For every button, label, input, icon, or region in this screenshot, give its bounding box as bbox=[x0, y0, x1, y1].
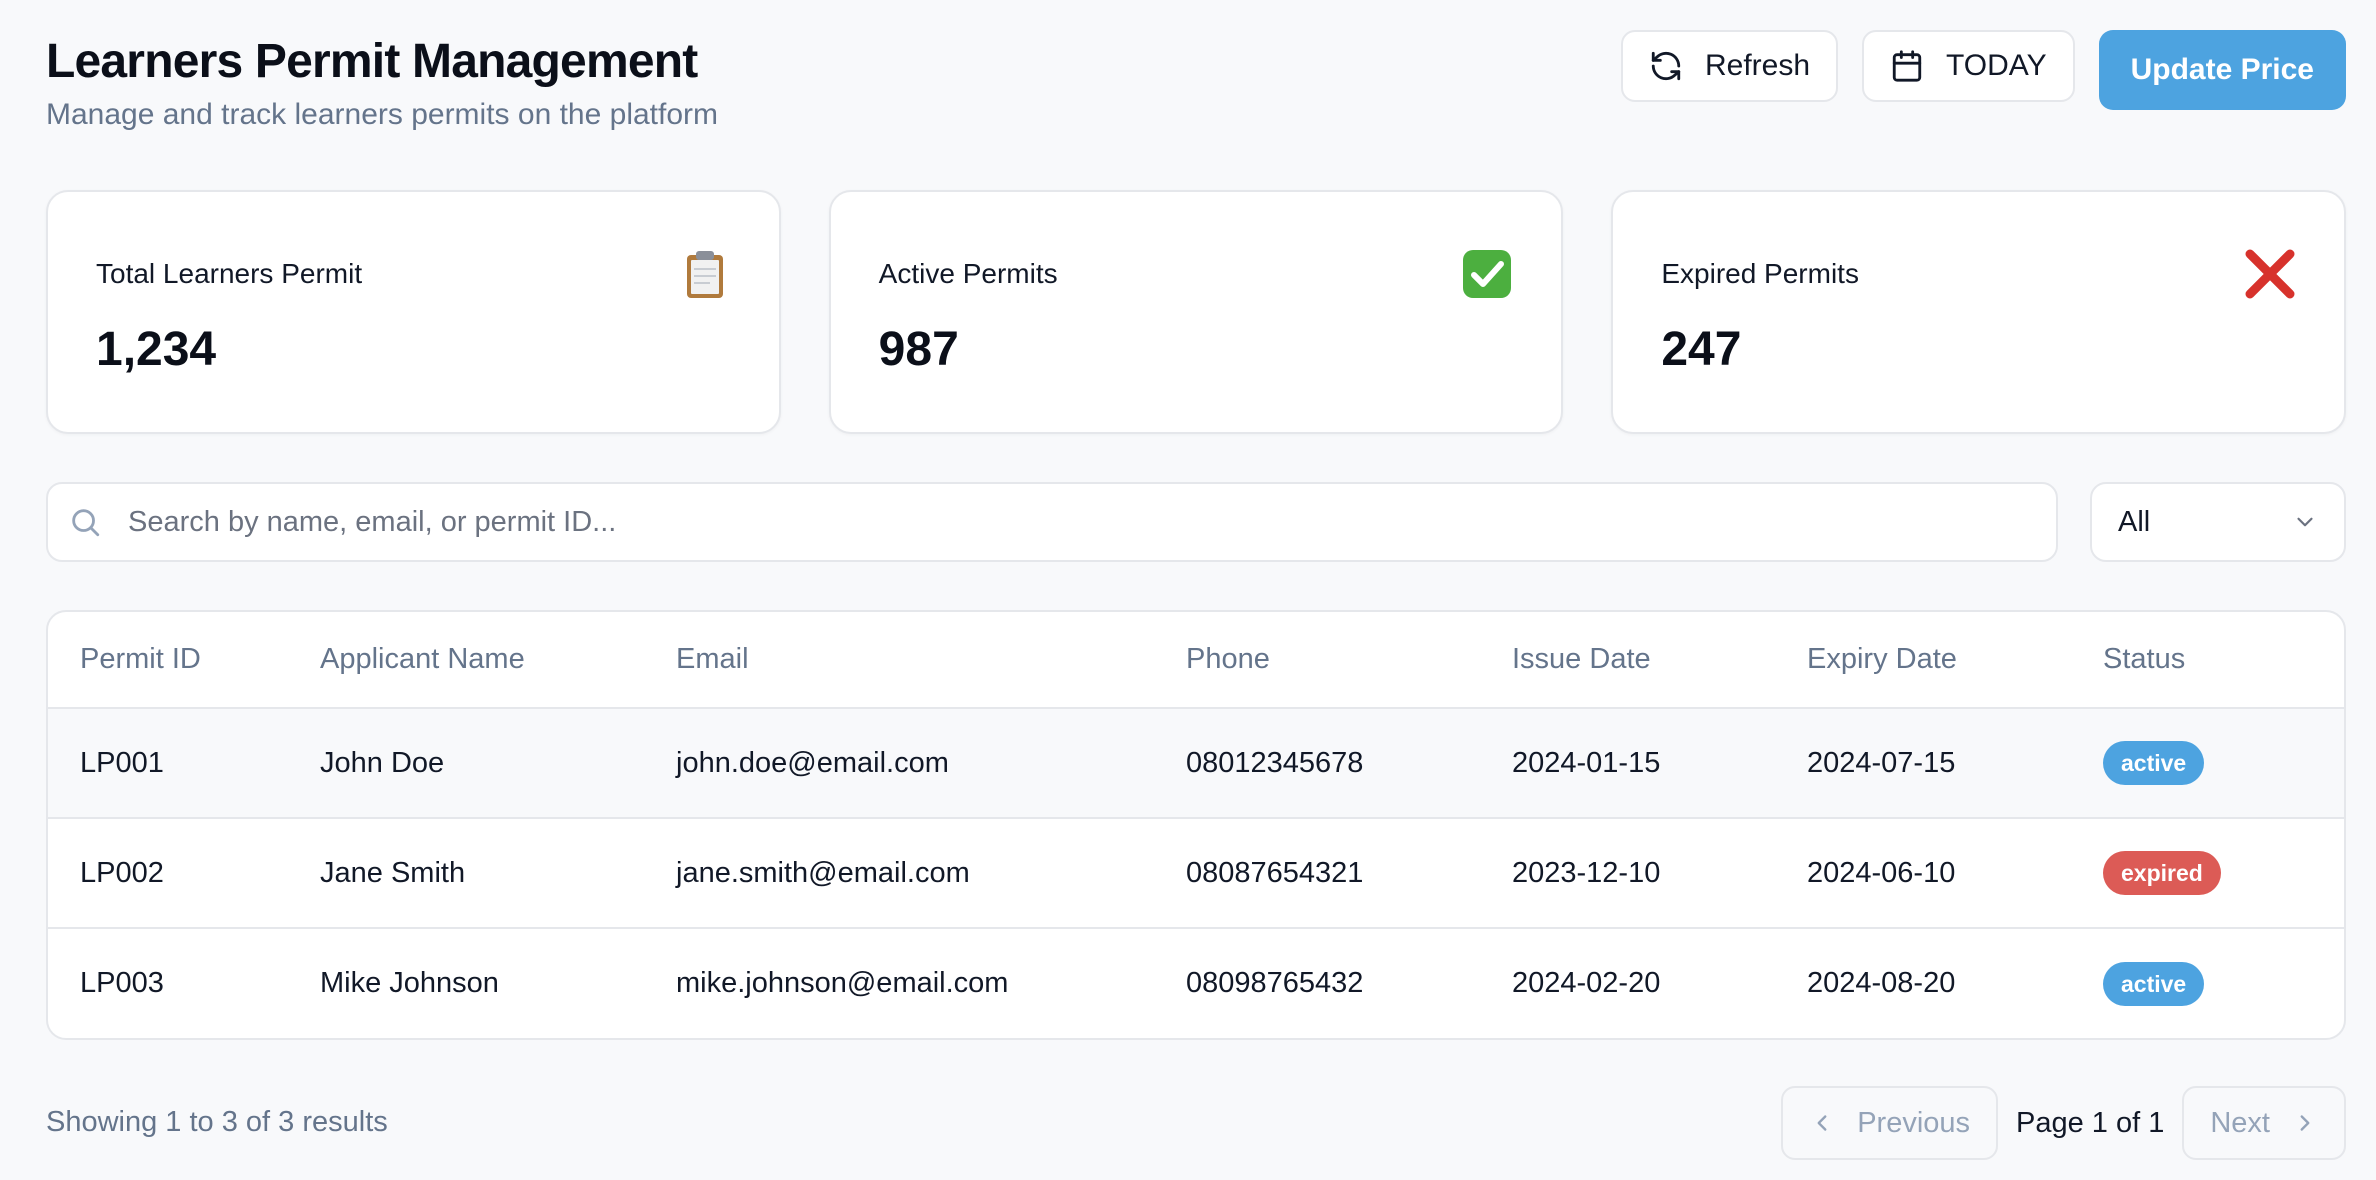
issue-date-cell: 2024-01-15 bbox=[1480, 708, 1775, 819]
permits-table: Permit ID Applicant Name Email Phone Iss… bbox=[46, 610, 2346, 1040]
pagination: Previous Page 1 of 1 Next bbox=[1781, 1086, 2346, 1160]
expiry-date-cell: 2024-07-15 bbox=[1775, 708, 2071, 819]
permit-id-cell: LP001 bbox=[48, 708, 288, 819]
status-badge: active bbox=[2103, 961, 2205, 1006]
calendar-icon bbox=[1892, 50, 1922, 82]
previous-page-button[interactable]: Previous bbox=[1781, 1086, 1999, 1160]
column-header[interactable]: Status bbox=[2071, 612, 2344, 709]
filter-bar: All bbox=[46, 482, 2346, 562]
expiry-date-cell: 2024-08-20 bbox=[1807, 967, 1956, 999]
email-cell: john.doe@email.com bbox=[644, 708, 1154, 819]
search-box[interactable] bbox=[46, 482, 2058, 562]
status-filter-value: All bbox=[2118, 505, 2151, 538]
status-filter-select[interactable]: All bbox=[2090, 482, 2346, 562]
page-subtitle: Manage and track learners permits on the… bbox=[46, 98, 718, 131]
table-row[interactable]: LP003 Mike Johnson mike.johnson@email.co… bbox=[48, 928, 2344, 1038]
date-picker-button[interactable]: TODAY bbox=[1862, 30, 2075, 102]
chevron-down-icon bbox=[2297, 517, 2313, 527]
check-mark-icon bbox=[1463, 250, 1512, 298]
stat-value: 247 bbox=[1661, 323, 1742, 376]
applicant-name-cell: John Doe bbox=[288, 708, 644, 819]
column-header[interactable]: Applicant Name bbox=[288, 612, 644, 709]
table-row[interactable]: LP002 Jane Smith jane.smith@email.com 08… bbox=[48, 818, 2344, 929]
refresh-button[interactable]: Refresh bbox=[1620, 30, 1839, 102]
column-header[interactable]: Phone bbox=[1154, 612, 1480, 709]
applicant-name-cell: Mike Johnson bbox=[320, 967, 499, 999]
phone-cell: 08098765432 bbox=[1186, 967, 1364, 999]
chevron-left-icon bbox=[1817, 1115, 1827, 1131]
phone-cell: 08012345678 bbox=[1154, 708, 1480, 819]
stat-card-active: Active Permits 987 bbox=[828, 190, 1564, 434]
search-icon bbox=[72, 509, 100, 537]
status-badge: expired bbox=[2103, 851, 2221, 895]
phone-cell: 08087654321 bbox=[1154, 818, 1480, 929]
next-label: Next bbox=[2210, 1106, 2270, 1139]
next-page-button[interactable]: Next bbox=[2182, 1086, 2346, 1160]
issue-date-cell: 2024-02-20 bbox=[1512, 967, 1661, 999]
email-cell: mike.johnson@email.com bbox=[676, 967, 1009, 999]
column-header[interactable]: Issue Date bbox=[1480, 612, 1775, 709]
permit-id-cell: LP003 bbox=[80, 967, 164, 999]
page-header: Learners Permit Management Manage and tr… bbox=[46, 30, 2346, 140]
clipboard-icon bbox=[686, 251, 723, 298]
column-header[interactable]: Email bbox=[644, 612, 1154, 709]
status-badge: active bbox=[2103, 741, 2205, 785]
header-actions: Refresh TODAY Update Price bbox=[1620, 30, 2346, 110]
date-label: TODAY bbox=[1946, 49, 2047, 82]
refresh-label: Refresh bbox=[1704, 49, 1811, 82]
status-cell: active bbox=[2071, 928, 2344, 1038]
stat-label: Expired Permits bbox=[1661, 258, 1859, 289]
cross-mark-icon bbox=[2245, 249, 2295, 299]
expiry-date-cell: 2024-06-10 bbox=[1775, 818, 2071, 929]
column-header[interactable]: Permit ID bbox=[48, 612, 288, 709]
results-summary: Showing 1 to 3 of 3 results bbox=[46, 1106, 388, 1138]
stat-value: 1,234 bbox=[96, 323, 217, 376]
stat-value: 987 bbox=[878, 323, 959, 376]
column-header[interactable]: Expiry Date bbox=[1775, 612, 2071, 709]
stats-row: Total Learners Permit 1,234 Active Permi… bbox=[46, 190, 2347, 434]
stat-label: Active Permits bbox=[878, 258, 1058, 289]
refresh-icon bbox=[1651, 51, 1681, 81]
issue-date-cell: 2023-12-10 bbox=[1480, 818, 1775, 929]
page-indicator: Page 1 of 1 bbox=[2016, 1106, 2165, 1139]
status-cell: expired bbox=[2071, 818, 2344, 929]
permit-management-page: Learners Permit Management Manage and tr… bbox=[0, 0, 2376, 1180]
stat-card-total: Total Learners Permit 1,234 bbox=[46, 190, 781, 434]
email-cell: jane.smith@email.com bbox=[644, 818, 1154, 929]
stat-card-expired: Expired Permits 247 bbox=[1611, 190, 2347, 434]
previous-label: Previous bbox=[1857, 1106, 1971, 1139]
status-cell: active bbox=[2071, 708, 2344, 819]
applicant-name-cell: Jane Smith bbox=[288, 818, 644, 929]
update-price-button[interactable]: Update Price bbox=[2098, 30, 2346, 110]
stat-label: Total Learners Permit bbox=[96, 258, 363, 289]
search-input[interactable] bbox=[128, 505, 2056, 539]
chevron-right-icon bbox=[2300, 1115, 2310, 1131]
table-row[interactable]: LP001 John Doe john.doe@email.com 080123… bbox=[48, 708, 2344, 819]
page-title: Learners Permit Management bbox=[46, 35, 698, 88]
permit-id-cell: LP002 bbox=[48, 818, 288, 929]
table-header-row: Permit ID Applicant Name Email Phone Iss… bbox=[48, 612, 2344, 709]
